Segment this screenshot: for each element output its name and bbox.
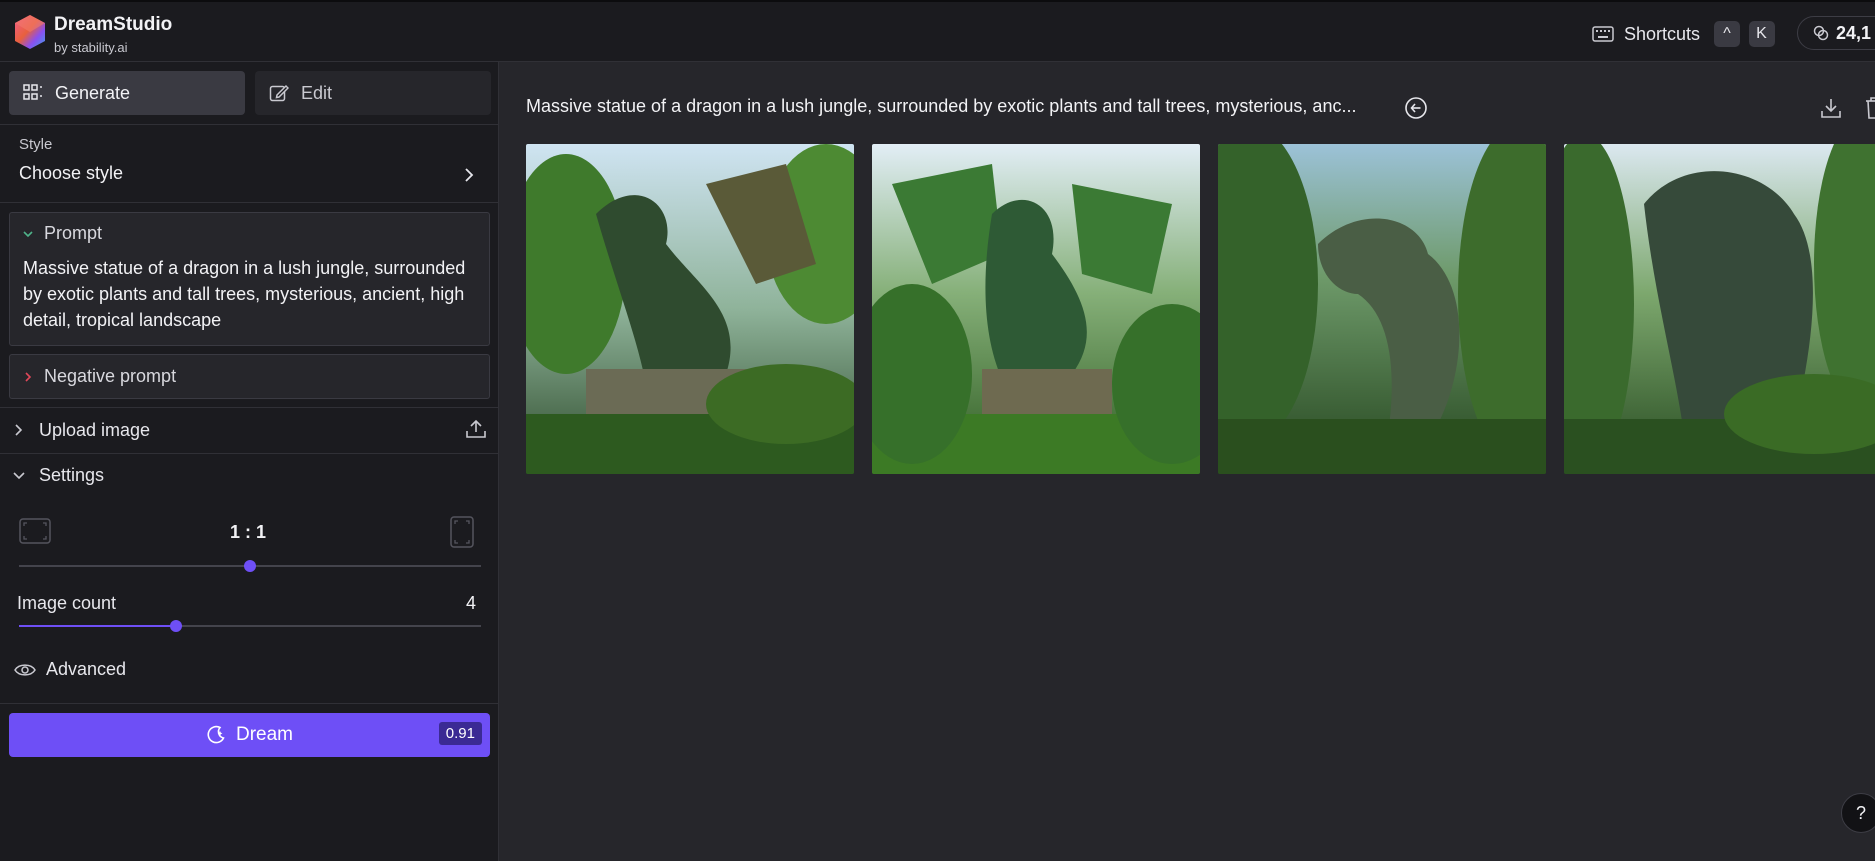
prompt-panel: Prompt Massive statue of a dragon in a l… bbox=[9, 212, 490, 346]
moon-icon bbox=[207, 725, 225, 744]
generated-image-2[interactable] bbox=[872, 144, 1200, 474]
dreamstudio-app: DreamStudio by stability.ai Shortcuts ^ … bbox=[0, 0, 1875, 861]
negative-prompt-panel[interactable]: Negative prompt bbox=[9, 354, 490, 399]
upload-image-row[interactable]: Upload image bbox=[0, 408, 499, 452]
keyboard-icon bbox=[1592, 26, 1614, 42]
tab-edit[interactable]: Edit bbox=[255, 71, 491, 115]
help-button[interactable]: ? bbox=[1841, 793, 1875, 833]
slider-thumb[interactable] bbox=[170, 620, 183, 632]
shortcut-key-k: K bbox=[1748, 21, 1775, 47]
app-name: DreamStudio bbox=[54, 14, 173, 35]
tab-generate-label: Generate bbox=[55, 82, 131, 103]
slider-fill bbox=[19, 625, 177, 627]
tab-generate[interactable]: Generate bbox=[9, 71, 245, 115]
generated-image-4[interactable] bbox=[1564, 144, 1875, 474]
settings-header[interactable]: Settings bbox=[0, 454, 499, 498]
generated-image-3[interactable] bbox=[1218, 144, 1546, 474]
reuse-prompt-icon[interactable] bbox=[1404, 96, 1428, 120]
eye-icon bbox=[14, 663, 36, 676]
sidebar: Generate Edit Style Choose style Prompt … bbox=[0, 62, 499, 861]
negative-prompt-header: Negative prompt bbox=[22, 366, 176, 387]
dream-label: Dream bbox=[235, 724, 293, 745]
chevron-right-icon bbox=[15, 424, 23, 436]
help-label: ? bbox=[1855, 802, 1866, 823]
chevron-down-icon bbox=[23, 230, 33, 237]
shortcuts-label: Shortcuts bbox=[1624, 23, 1701, 44]
aspect-ratio-slider[interactable] bbox=[19, 559, 481, 573]
app-subtitle: by stability.ai bbox=[54, 40, 128, 55]
sidebar-divider bbox=[0, 202, 499, 203]
shortcuts-button[interactable]: Shortcuts ^ K bbox=[1592, 20, 1775, 48]
chevron-right-icon bbox=[25, 371, 32, 382]
tab-edit-label: Edit bbox=[301, 82, 333, 103]
portrait-ratio-icon[interactable] bbox=[450, 516, 474, 548]
chevron-right-icon bbox=[465, 168, 474, 182]
chevron-down-icon bbox=[13, 472, 25, 480]
image-count-label: Image count bbox=[17, 593, 117, 613]
result-prompt-title: Massive statue of a dragon in a lush jun… bbox=[526, 96, 1357, 116]
mode-tabs: Generate Edit bbox=[9, 71, 491, 115]
prompt-textarea[interactable]: Massive statue of a dragon in a lush jun… bbox=[23, 255, 483, 333]
sidebar-divider bbox=[0, 703, 499, 704]
style-value: Choose style bbox=[19, 163, 124, 183]
trash-icon[interactable] bbox=[1864, 96, 1875, 120]
shortcut-key-ctrl: ^ bbox=[1714, 21, 1741, 47]
credits-value: 24,1 bbox=[1836, 22, 1872, 43]
image-count-value: 4 bbox=[466, 593, 477, 613]
grid-icon bbox=[23, 84, 42, 100]
edit-icon bbox=[269, 84, 289, 102]
dream-cost-badge: 0.91 bbox=[438, 722, 482, 745]
style-label: Style bbox=[19, 136, 53, 153]
main-area: Massive statue of a dragon in a lush jun… bbox=[499, 62, 1875, 861]
landscape-ratio-icon[interactable] bbox=[19, 518, 51, 544]
credits-badge[interactable]: 24,1 bbox=[1797, 16, 1875, 50]
prompt-label: Prompt bbox=[44, 223, 103, 243]
coins-icon bbox=[1813, 25, 1829, 41]
generated-image-1[interactable] bbox=[526, 144, 854, 474]
upload-image-label: Upload image bbox=[39, 420, 151, 440]
advanced-toggle[interactable]: Advanced bbox=[14, 659, 126, 680]
upload-icon[interactable] bbox=[465, 418, 487, 440]
advanced-label: Advanced bbox=[46, 659, 127, 679]
download-icon[interactable] bbox=[1819, 96, 1843, 120]
image-count-slider[interactable] bbox=[19, 619, 481, 633]
slider-thumb[interactable] bbox=[244, 560, 256, 572]
sidebar-divider bbox=[0, 124, 499, 125]
dream-button[interactable]: Dream 0.91 bbox=[9, 713, 490, 757]
prompt-header[interactable]: Prompt bbox=[22, 223, 102, 244]
negative-prompt-label: Negative prompt bbox=[44, 366, 177, 386]
top-bar: DreamStudio by stability.ai Shortcuts ^ … bbox=[0, 0, 1875, 62]
aspect-ratio-value: 1 : 1 bbox=[230, 522, 267, 542]
settings-label: Settings bbox=[39, 465, 105, 485]
dreamstudio-logo[interactable] bbox=[12, 14, 48, 50]
